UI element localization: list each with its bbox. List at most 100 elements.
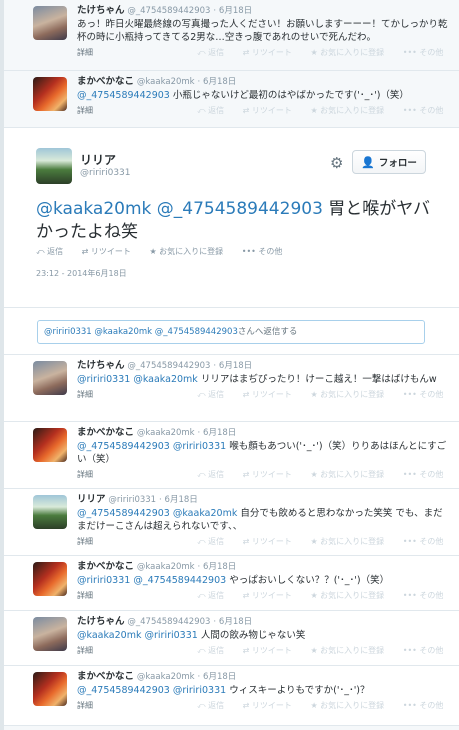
tweet-date[interactable]: 6月18日 [203, 428, 236, 438]
favorite-action[interactable]: ★ お気に入りに登録 [310, 591, 392, 600]
more-action[interactable]: ••• その他 [403, 591, 452, 600]
user-handle[interactable]: @kaaka20mk [137, 77, 195, 87]
user-handle[interactable]: @ririri0331 [80, 168, 131, 178]
avatar[interactable] [33, 77, 67, 111]
tweet-date[interactable]: 6月18日 [203, 77, 236, 87]
reply-input[interactable]: @ririri0331 @kaaka20mk @_4754589442903さん… [37, 320, 425, 344]
reply-tweet[interactable]: たけちゃん @_4754589442903 · 6月18日 @kaaka20mk… [4, 611, 459, 666]
user-handle[interactable]: @kaaka20mk [137, 562, 195, 572]
user-handle[interactable]: @ririri0331 [108, 495, 156, 505]
user-name[interactable]: まかべかなこ [77, 561, 134, 572]
details-link[interactable]: 詳細 [77, 106, 93, 115]
reply-action[interactable]: ⤺ 返信 [197, 106, 232, 115]
tweet-date[interactable]: 6月18日 [219, 617, 252, 627]
tweet-timestamp[interactable]: 23:12 - 2014年6月18日 [36, 268, 127, 279]
favorite-action[interactable]: ★ お気に入りに登録 [149, 247, 231, 256]
mention-link[interactable]: @ririri0331 @_4754589442903 [77, 575, 226, 586]
favorite-action[interactable]: ★ お気に入りに登録 [310, 48, 392, 57]
mention-link[interactable]: @kaaka20mk @_4754589442903 [36, 199, 323, 219]
reply-action[interactable]: ⤺ 返信 [197, 470, 232, 479]
tweet-date[interactable]: 6月18日 [203, 562, 236, 572]
favorite-action[interactable]: ★ お気に入りに登録 [310, 106, 392, 115]
avatar[interactable] [33, 617, 67, 651]
reply-action[interactable]: ⤺ 返信 [197, 591, 232, 600]
reply-tweet[interactable]: まかべかなこ @kaaka20mk · 6月18日 @ririri0331 @_… [4, 556, 459, 611]
reply-tweet[interactable]: リリア @ririri0331 · 6月18日 @_4754589442903 … [4, 489, 459, 556]
reply-action[interactable]: ⤺ 返信 [36, 247, 71, 256]
reply-action[interactable]: ⤺ 返信 [197, 701, 232, 710]
user-name[interactable]: まかべかなこ [77, 671, 134, 682]
user-name[interactable]: たけちゃん [77, 616, 125, 627]
more-action[interactable]: ••• その他 [403, 470, 452, 479]
user-name[interactable]: まかべかなこ [77, 76, 134, 87]
details-link[interactable]: 詳細 [77, 48, 93, 57]
user-name[interactable]: まかべかなこ [77, 427, 134, 438]
reply-tweet[interactable]: たけちゃん @_4754589442903 · 6月18日 @ririri033… [4, 355, 459, 422]
avatar[interactable] [33, 361, 67, 395]
avatar[interactable] [33, 562, 67, 596]
user-handle[interactable]: @_4754589442903 [127, 617, 210, 627]
more-action[interactable]: ••• その他 [403, 48, 452, 57]
avatar[interactable] [36, 148, 72, 184]
more-action[interactable]: ••• その他 [242, 247, 291, 256]
mention-link[interactable]: @_4754589442903 @ririri0331 [77, 685, 226, 696]
mention-link[interactable]: @kaaka20mk @ririri0331 [77, 630, 198, 641]
more-label: その他 [258, 247, 283, 256]
gear-icon[interactable]: ⚙ [330, 154, 343, 172]
retweet-action[interactable]: ⇄ リツイート [243, 48, 300, 57]
avatar[interactable] [33, 495, 67, 529]
user-name[interactable]: たけちゃん [77, 5, 125, 16]
favorite-action[interactable]: ★ お気に入りに登録 [310, 646, 392, 655]
reply-action[interactable]: ⤺ 返信 [197, 537, 232, 546]
details-link[interactable]: 詳細 [77, 591, 93, 600]
mention-link[interactable]: @ririri0331 @kaaka20mk [77, 374, 198, 385]
reply-tweet[interactable]: まかべかなこ @kaaka20mk · 6月18日 @_475458944290… [4, 666, 459, 726]
more-action[interactable]: ••• その他 [403, 537, 452, 546]
favorite-action[interactable]: ★ お気に入りに登録 [310, 390, 392, 399]
mention-link[interactable]: @_4754589442903 [77, 90, 170, 101]
tweet-date[interactable]: 6月18日 [165, 495, 198, 505]
avatar[interactable] [33, 428, 67, 462]
retweet-action[interactable]: ⇄ リツイート [82, 247, 139, 256]
retweet-action[interactable]: ⇄ リツイート [243, 646, 300, 655]
details-link[interactable]: 詳細 [77, 470, 93, 479]
reply-action[interactable]: ⤺ 返信 [197, 48, 232, 57]
mention-link[interactable]: @_4754589442903 @ririri0331 [77, 441, 226, 452]
ancestor-tweet[interactable]: まかべかなこ @kaaka20mk · 6月18日 @_475458944290… [4, 71, 459, 128]
avatar[interactable] [33, 6, 67, 40]
more-action[interactable]: ••• その他 [403, 646, 452, 655]
details-link[interactable]: 詳細 [77, 537, 93, 546]
user-handle[interactable]: @kaaka20mk [137, 428, 195, 438]
favorite-action[interactable]: ★ お気に入りに登録 [310, 470, 392, 479]
user-handle[interactable]: @_4754589442903 [127, 361, 210, 371]
tweet-date[interactable]: 6月18日 [219, 361, 252, 371]
retweet-action[interactable]: ⇄ リツイート [243, 701, 300, 710]
details-link[interactable]: 詳細 [77, 701, 93, 710]
ancestor-tweet[interactable]: たけちゃん @_4754589442903 · 6月18日 あっ！昨日火曜最終線… [4, 0, 459, 71]
retweet-action[interactable]: ⇄ リツイート [243, 390, 300, 399]
retweet-action[interactable]: ⇄ リツイート [243, 591, 300, 600]
reply-action[interactable]: ⤺ 返信 [197, 390, 232, 399]
mention-link[interactable]: @_4754589442903 @kaaka20mk [77, 508, 237, 519]
user-name[interactable]: たけちゃん [77, 360, 125, 371]
details-link[interactable]: 詳細 [77, 646, 93, 655]
details-link[interactable]: 詳細 [77, 390, 93, 399]
user-handle[interactable]: @kaaka20mk [137, 672, 195, 682]
follow-button[interactable]: 👤 フォロー [352, 150, 426, 174]
user-name[interactable]: リリア [77, 494, 106, 505]
user-name[interactable]: リリア [80, 151, 116, 168]
tweet-date[interactable]: 6月18日 [219, 6, 252, 16]
retweet-action[interactable]: ⇄ リツイート [243, 537, 300, 546]
tweet-date[interactable]: 6月18日 [203, 672, 236, 682]
avatar[interactable] [33, 672, 67, 706]
favorite-action[interactable]: ★ お気に入りに登録 [310, 537, 392, 546]
user-handle[interactable]: @_4754589442903 [127, 6, 210, 16]
more-action[interactable]: ••• その他 [403, 390, 452, 399]
favorite-action[interactable]: ★ お気に入りに登録 [310, 701, 392, 710]
more-action[interactable]: ••• その他 [403, 701, 452, 710]
reply-tweet[interactable]: まかべかなこ @kaaka20mk · 6月18日 @_475458944290… [4, 422, 459, 489]
retweet-action[interactable]: ⇄ リツイート [243, 106, 300, 115]
retweet-action[interactable]: ⇄ リツイート [243, 470, 300, 479]
reply-action[interactable]: ⤺ 返信 [197, 646, 232, 655]
more-action[interactable]: ••• その他 [403, 106, 452, 115]
